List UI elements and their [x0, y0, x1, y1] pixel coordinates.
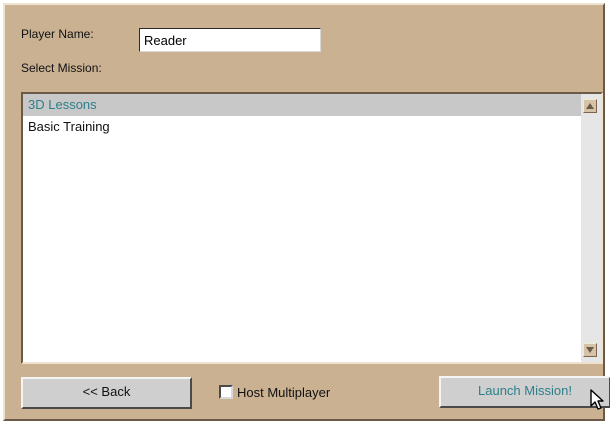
mission-item-basic-training[interactable]: Basic Training	[23, 116, 581, 138]
mission-list[interactable]: 3D Lessons Basic Training	[21, 92, 603, 364]
mission-list-scrollbar[interactable]	[581, 94, 601, 362]
scroll-down-button[interactable]	[583, 343, 597, 357]
select-mission-label: Select Mission:	[21, 61, 102, 75]
host-multiplayer-checkbox[interactable]	[219, 385, 233, 399]
player-name-input[interactable]	[139, 28, 321, 52]
mission-list-items: 3D Lessons Basic Training	[23, 94, 581, 138]
player-name-label: Player Name:	[21, 27, 94, 41]
arrow-down-icon	[586, 347, 594, 353]
host-multiplayer-label: Host Multiplayer	[237, 384, 331, 400]
mission-select-dialog: Player Name: Select Mission: 3D Lessons …	[3, 3, 610, 421]
mouse-pointer-icon	[590, 389, 604, 410]
host-multiplayer-toggle[interactable]: Host Multiplayer	[219, 383, 330, 401]
arrow-up-icon	[586, 103, 594, 109]
scroll-up-button[interactable]	[583, 99, 597, 113]
back-button[interactable]: << Back	[21, 377, 192, 409]
mission-item-3d-lessons[interactable]: 3D Lessons	[23, 94, 581, 116]
launch-mission-button[interactable]: Launch Mission!	[439, 376, 610, 408]
